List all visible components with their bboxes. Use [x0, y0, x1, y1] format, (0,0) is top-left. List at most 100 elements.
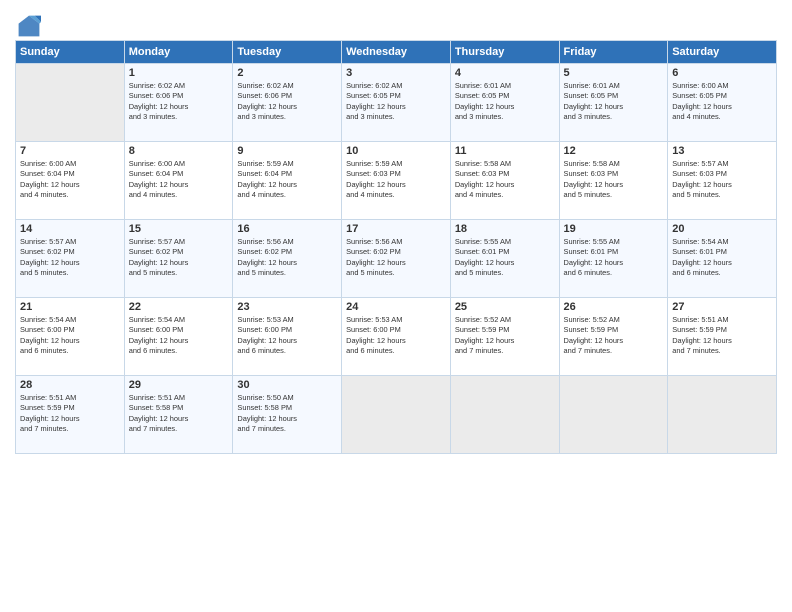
day-number: 26 [564, 301, 664, 313]
day-number: 11 [455, 145, 555, 157]
day-info: Sunrise: 5:58 AMSunset: 6:03 PMDaylight:… [564, 159, 664, 200]
day-number: 2 [237, 67, 337, 79]
day-cell: 8 Sunrise: 6:00 AMSunset: 6:04 PMDaylight… [124, 142, 233, 220]
col-header-sunday: Sunday [16, 41, 125, 64]
day-info: Sunrise: 5:53 AMSunset: 6:00 PMDaylight:… [346, 315, 446, 356]
day-cell: 21 Sunrise: 5:54 AMSunset: 6:00 PMDayligh… [16, 298, 125, 376]
day-info: Sunrise: 6:01 AMSunset: 6:05 PMDaylight:… [455, 81, 555, 122]
day-cell: 22 Sunrise: 5:54 AMSunset: 6:00 PMDayligh… [124, 298, 233, 376]
day-number: 23 [237, 301, 337, 313]
day-cell: 4 Sunrise: 6:01 AMSunset: 6:05 PMDaylight… [450, 64, 559, 142]
day-number: 10 [346, 145, 446, 157]
week-row-4: 21 Sunrise: 5:54 AMSunset: 6:00 PMDayligh… [16, 298, 777, 376]
day-cell: 26Sunrise: 5:52 AMSunset: 5:59 PMDayligh… [559, 298, 668, 376]
day-cell: 5 Sunrise: 6:01 AMSunset: 6:05 PMDaylight… [559, 64, 668, 142]
day-info: Sunrise: 6:02 AMSunset: 6:05 PMDaylight:… [346, 81, 446, 122]
day-cell: 2Sunrise: 6:02 AMSunset: 6:06 PMDaylight… [233, 64, 342, 142]
day-number: 22 [129, 301, 229, 313]
page: SundayMondayTuesdayWednesdayThursdayFrid… [0, 0, 792, 612]
week-row-5: 28 Sunrise: 5:51 AMSunset: 5:59 PMDayligh… [16, 376, 777, 454]
day-info: Sunrise: 5:59 AMSunset: 6:04 PMDaylight:… [237, 159, 337, 200]
day-info: Sunrise: 6:01 AMSunset: 6:05 PMDaylight:… [564, 81, 664, 122]
day-number: 1 [129, 67, 229, 79]
day-cell [16, 64, 125, 142]
col-header-thursday: Thursday [450, 41, 559, 64]
day-number: 5 [564, 67, 664, 79]
col-header-saturday: Saturday [668, 41, 777, 64]
day-cell: 23 Sunrise: 5:53 AMSunset: 6:00 PMDayligh… [233, 298, 342, 376]
col-header-wednesday: Wednesday [342, 41, 451, 64]
day-number: 8 [129, 145, 229, 157]
day-cell [342, 376, 451, 454]
day-number: 20 [672, 223, 772, 235]
day-cell: 27 Sunrise: 5:51 AMSunset: 5:59 PMDayligh… [668, 298, 777, 376]
day-info: Sunrise: 5:52 AMSunset: 5:59 PMDaylight:… [455, 315, 555, 356]
day-info: Sunrise: 5:53 AMSunset: 6:00 PMDaylight:… [237, 315, 337, 356]
day-cell: 14 Sunrise: 5:57 AMSunset: 6:02 PMDayligh… [16, 220, 125, 298]
day-number: 15 [129, 223, 229, 235]
calendar-table: SundayMondayTuesdayWednesdayThursdayFrid… [15, 40, 777, 454]
day-cell: 16 Sunrise: 5:56 AMSunset: 6:02 PMDayligh… [233, 220, 342, 298]
day-number: 21 [20, 301, 120, 313]
day-info: Sunrise: 6:00 AMSunset: 6:05 PMDaylight:… [672, 81, 772, 122]
day-info: Sunrise: 5:51 AMSunset: 5:59 PMDaylight:… [672, 315, 772, 356]
day-cell: 11 Sunrise: 5:58 AMSunset: 6:03 PMDayligh… [450, 142, 559, 220]
day-cell: 6 Sunrise: 6:00 AMSunset: 6:05 PMDaylight… [668, 64, 777, 142]
day-number: 14 [20, 223, 120, 235]
day-cell: 18 Sunrise: 5:55 AMSunset: 6:01 PMDayligh… [450, 220, 559, 298]
day-number: 16 [237, 223, 337, 235]
day-cell: 10 Sunrise: 5:59 AMSunset: 6:03 PMDayligh… [342, 142, 451, 220]
col-header-monday: Monday [124, 41, 233, 64]
day-info: Sunrise: 6:02 AMSunset: 6:06 PMDaylight:… [129, 81, 229, 122]
day-number: 18 [455, 223, 555, 235]
day-info: Sunrise: 6:00 AMSunset: 6:04 PMDaylight:… [20, 159, 120, 200]
day-info: Sunrise: 5:54 AMSunset: 6:00 PMDaylight:… [129, 315, 229, 356]
week-row-3: 14 Sunrise: 5:57 AMSunset: 6:02 PMDayligh… [16, 220, 777, 298]
day-cell [450, 376, 559, 454]
day-info: Sunrise: 5:57 AMSunset: 6:02 PMDaylight:… [129, 237, 229, 278]
day-number: 28 [20, 379, 120, 391]
col-header-tuesday: Tuesday [233, 41, 342, 64]
day-info: Sunrise: 5:57 AMSunset: 6:02 PMDaylight:… [20, 237, 120, 278]
day-info: Sunrise: 5:56 AMSunset: 6:02 PMDaylight:… [237, 237, 337, 278]
day-info: Sunrise: 5:55 AMSunset: 6:01 PMDaylight:… [455, 237, 555, 278]
day-cell: 1 Sunrise: 6:02 AMSunset: 6:06 PMDaylight… [124, 64, 233, 142]
day-cell: 25 Sunrise: 5:52 AMSunset: 5:59 PMDayligh… [450, 298, 559, 376]
day-number: 19 [564, 223, 664, 235]
day-cell: 9 Sunrise: 5:59 AMSunset: 6:04 PMDaylight… [233, 142, 342, 220]
day-number: 4 [455, 67, 555, 79]
day-number: 25 [455, 301, 555, 313]
day-number: 27 [672, 301, 772, 313]
day-number: 13 [672, 145, 772, 157]
day-info: Sunrise: 5:55 AMSunset: 6:01 PMDaylight:… [564, 237, 664, 278]
day-number: 30 [237, 379, 337, 391]
day-info: Sunrise: 5:54 AMSunset: 6:00 PMDaylight:… [20, 315, 120, 356]
day-number: 24 [346, 301, 446, 313]
col-header-friday: Friday [559, 41, 668, 64]
day-number: 3 [346, 67, 446, 79]
day-info: Sunrise: 6:00 AMSunset: 6:04 PMDaylight:… [129, 159, 229, 200]
day-cell: 24 Sunrise: 5:53 AMSunset: 6:00 PMDayligh… [342, 298, 451, 376]
day-cell: 19 Sunrise: 5:55 AMSunset: 6:01 PMDayligh… [559, 220, 668, 298]
day-cell: 20 Sunrise: 5:54 AMSunset: 6:01 PMDayligh… [668, 220, 777, 298]
day-cell [668, 376, 777, 454]
day-cell: 13Sunrise: 5:57 AMSunset: 6:03 PMDayligh… [668, 142, 777, 220]
header-row: SundayMondayTuesdayWednesdayThursdayFrid… [16, 41, 777, 64]
header [15, 10, 777, 32]
day-info: Sunrise: 5:58 AMSunset: 6:03 PMDaylight:… [455, 159, 555, 200]
day-number: 7 [20, 145, 120, 157]
day-info: Sunrise: 5:56 AMSunset: 6:02 PMDaylight:… [346, 237, 446, 278]
day-cell: 17Sunrise: 5:56 AMSunset: 6:02 PMDayligh… [342, 220, 451, 298]
day-number: 9 [237, 145, 337, 157]
day-info: Sunrise: 5:54 AMSunset: 6:01 PMDaylight:… [672, 237, 772, 278]
day-info: Sunrise: 5:51 AMSunset: 5:58 PMDaylight:… [129, 393, 229, 434]
day-cell: 3 Sunrise: 6:02 AMSunset: 6:05 PMDaylight… [342, 64, 451, 142]
week-row-1: 1 Sunrise: 6:02 AMSunset: 6:06 PMDaylight… [16, 64, 777, 142]
day-cell [559, 376, 668, 454]
day-info: Sunrise: 5:51 AMSunset: 5:59 PMDaylight:… [20, 393, 120, 434]
logo-icon [17, 14, 41, 38]
day-number: 6 [672, 67, 772, 79]
day-cell: 15 Sunrise: 5:57 AMSunset: 6:02 PMDayligh… [124, 220, 233, 298]
day-cell: 12Sunrise: 5:58 AMSunset: 6:03 PMDayligh… [559, 142, 668, 220]
day-info: Sunrise: 5:59 AMSunset: 6:03 PMDaylight:… [346, 159, 446, 200]
